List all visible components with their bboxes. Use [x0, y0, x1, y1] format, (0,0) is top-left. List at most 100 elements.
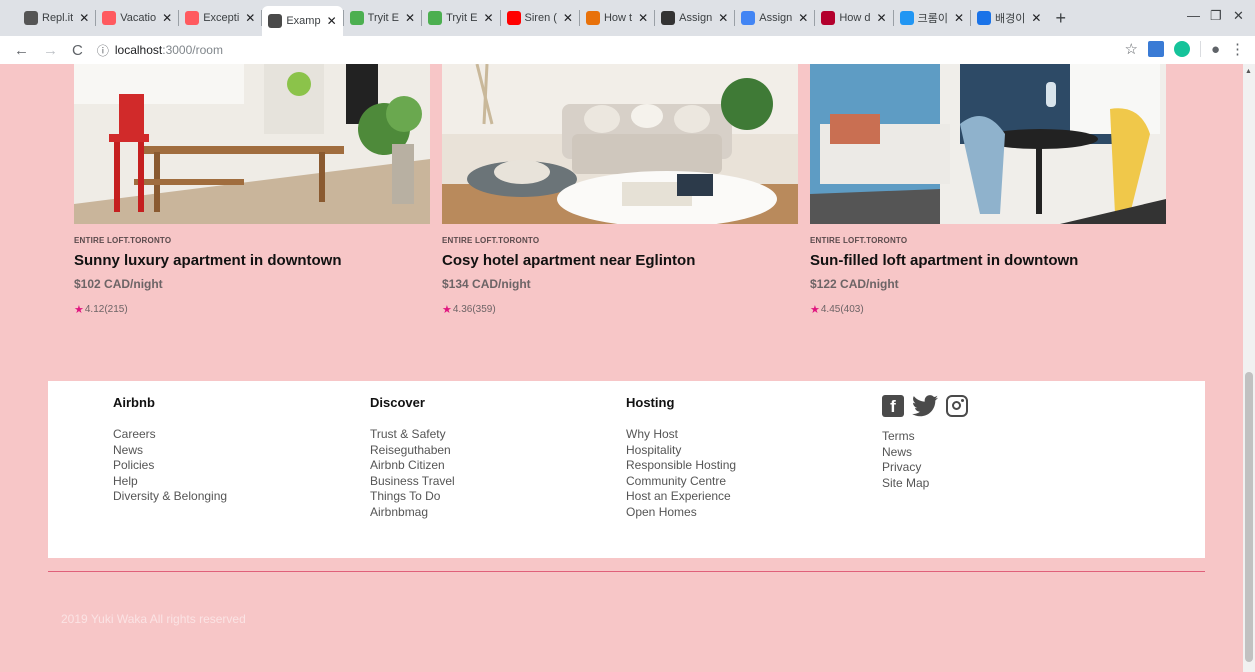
- tab-close-icon[interactable]: ✕: [563, 11, 573, 25]
- tab-close-icon[interactable]: ✕: [79, 11, 89, 25]
- social-links: f: [882, 395, 968, 417]
- url-path: :3000/room: [162, 43, 223, 57]
- profile-icon[interactable]: ●: [1211, 41, 1220, 58]
- tab-title: 배경이: [995, 13, 1026, 25]
- tab-favicon-icon: [349, 11, 364, 25]
- listing-card[interactable]: ENTIRE LOFT.TORONTO Sunny luxury apartme…: [74, 64, 430, 316]
- footer-link[interactable]: Community Centre: [626, 474, 736, 490]
- footer-link[interactable]: Open Homes: [626, 505, 736, 521]
- browser-tab[interactable]: Vacatio ✕: [96, 5, 178, 31]
- listing-title[interactable]: Sun-filled loft apartment in downtown: [810, 252, 1166, 269]
- footer-legal-link[interactable]: Privacy: [882, 460, 968, 476]
- listing-card[interactable]: ENTIRE LOFT.TORONTO Sun-filled loft apar…: [810, 64, 1166, 316]
- facebook-icon[interactable]: f: [882, 395, 904, 417]
- browser-tab[interactable]: Assign ✕: [735, 5, 814, 31]
- instagram-icon[interactable]: [946, 395, 968, 417]
- listing-title[interactable]: Cosy hotel apartment near Eglinton: [442, 252, 798, 269]
- tab-title: Assign: [679, 12, 713, 24]
- footer-link[interactable]: Reiseguthaben: [370, 443, 455, 459]
- footer-column-discover: Discover Trust & Safety Reiseguthaben Ai…: [370, 395, 455, 521]
- scroll-up-icon[interactable]: ▲: [1245, 68, 1252, 75]
- listing-title[interactable]: Sunny luxury apartment in downtown: [74, 252, 430, 269]
- browser-tab[interactable]: How d ✕: [815, 5, 892, 31]
- footer-legal-link[interactable]: Terms: [882, 429, 968, 445]
- browser-tab[interactable]: Excepti ✕: [179, 5, 261, 31]
- scrollbar-thumb[interactable]: [1245, 372, 1253, 662]
- footer-legal-link[interactable]: Site Map: [882, 476, 968, 492]
- listing-type: ENTIRE LOFT.TORONTO: [74, 236, 172, 245]
- tab-close-icon[interactable]: ✕: [162, 11, 172, 25]
- listing-card[interactable]: ENTIRE LOFT.TORONTO Cosy hotel apartment…: [442, 64, 798, 316]
- tab-close-icon[interactable]: ✕: [327, 14, 337, 28]
- footer-link[interactable]: Careers: [113, 427, 227, 443]
- tab-close-icon[interactable]: ✕: [1031, 11, 1041, 25]
- footer-column-airbnb: Airbnb Careers News Policies Help Divers…: [113, 395, 227, 505]
- browser-tab[interactable]: Siren ( ✕: [501, 5, 579, 31]
- browser-tab[interactable]: Tryit E ✕: [344, 5, 421, 31]
- info-icon[interactable]: ⓘ: [97, 42, 109, 59]
- tab-close-icon[interactable]: ✕: [798, 11, 808, 25]
- toolbar-divider: [1199, 41, 1201, 57]
- tab-close-icon[interactable]: ✕: [483, 11, 493, 25]
- footer-link[interactable]: Responsible Hosting: [626, 458, 736, 474]
- tab-favicon-icon: [24, 11, 38, 25]
- reload-button[interactable]: C: [72, 42, 83, 59]
- listing-rating: ★ 4.45 (403): [810, 303, 1166, 316]
- tab-title: Repl.it: [42, 12, 74, 24]
- listing-photo[interactable]: [74, 64, 430, 224]
- footer-link[interactable]: Things To Do: [370, 489, 455, 505]
- forward-button[interactable]: →: [43, 42, 58, 59]
- footer-link[interactable]: Why Host: [626, 427, 736, 443]
- tab-close-icon[interactable]: ✕: [718, 11, 728, 25]
- footer-link[interactable]: News: [113, 443, 227, 459]
- footer-link[interactable]: Diversity & Belonging: [113, 489, 227, 505]
- listing-price: $102 CAD/night: [74, 277, 163, 291]
- footer-link[interactable]: Help: [113, 474, 227, 490]
- listing-rating: ★ 4.12 (215): [74, 303, 430, 316]
- footer-link[interactable]: Trust & Safety: [370, 427, 455, 443]
- tab-close-icon[interactable]: ✕: [245, 11, 255, 25]
- grammarly-icon[interactable]: [1173, 41, 1190, 57]
- address-bar[interactable]: ⓘ localhost:3000/room: [97, 42, 223, 59]
- tab-title: How t: [603, 12, 633, 24]
- tab-title: Siren (: [524, 12, 557, 24]
- browser-tab[interactable]: 크롬이 ✕: [894, 5, 970, 31]
- url-host: localhost: [114, 43, 163, 57]
- back-button[interactable]: ←: [14, 42, 29, 59]
- browser-tab[interactable]: Examp ✕: [262, 6, 343, 36]
- tab-title: 크롬이: [917, 13, 948, 25]
- menu-kebab-icon[interactable]: ⋮: [1230, 40, 1245, 58]
- tab-close-icon[interactable]: ✕: [877, 11, 887, 25]
- bookmark-star-icon[interactable]: ☆: [1124, 40, 1137, 58]
- tab-favicon-icon: [741, 11, 756, 25]
- tab-favicon-icon: [585, 11, 600, 25]
- listing-photo[interactable]: [442, 64, 798, 224]
- tab-close-icon[interactable]: ✕: [954, 11, 964, 25]
- page-scrollbar[interactable]: ▲: [1243, 64, 1255, 672]
- footer-link[interactable]: Host an Experience: [626, 489, 736, 505]
- footer-link[interactable]: Hospitality: [626, 443, 736, 459]
- twitter-icon[interactable]: [912, 395, 938, 417]
- tab-favicon-icon: [661, 11, 676, 25]
- tab-favicon-icon: [506, 11, 521, 25]
- maximize-button[interactable]: ❐: [1210, 8, 1222, 24]
- browser-tab[interactable]: Assign ✕: [655, 5, 734, 31]
- tab-close-icon[interactable]: ✕: [638, 11, 648, 25]
- minimize-button[interactable]: —: [1187, 8, 1200, 23]
- footer-link[interactable]: Airbnb Citizen: [370, 458, 455, 474]
- footer-link[interactable]: Business Travel: [370, 474, 455, 490]
- browser-tab[interactable]: Tryit E ✕: [422, 5, 499, 31]
- browser-tab[interactable]: How t ✕: [580, 5, 654, 31]
- tab-close-icon[interactable]: ✕: [405, 11, 415, 25]
- close-window-button[interactable]: ✕: [1233, 8, 1244, 24]
- listing-photo[interactable]: [810, 64, 1166, 224]
- footer-divider: [48, 571, 1205, 572]
- tab-favicon-icon: [185, 11, 200, 25]
- browser-tab[interactable]: Repl.it ✕: [18, 5, 95, 31]
- extension-icon[interactable]: [1147, 41, 1164, 57]
- footer-legal-link[interactable]: News: [882, 445, 968, 461]
- browser-tab[interactable]: 배경이 ✕: [971, 5, 1047, 31]
- footer-link[interactable]: Policies: [113, 458, 227, 474]
- new-tab-button[interactable]: +: [1055, 8, 1066, 29]
- footer-link[interactable]: Airbnbmag: [370, 505, 455, 521]
